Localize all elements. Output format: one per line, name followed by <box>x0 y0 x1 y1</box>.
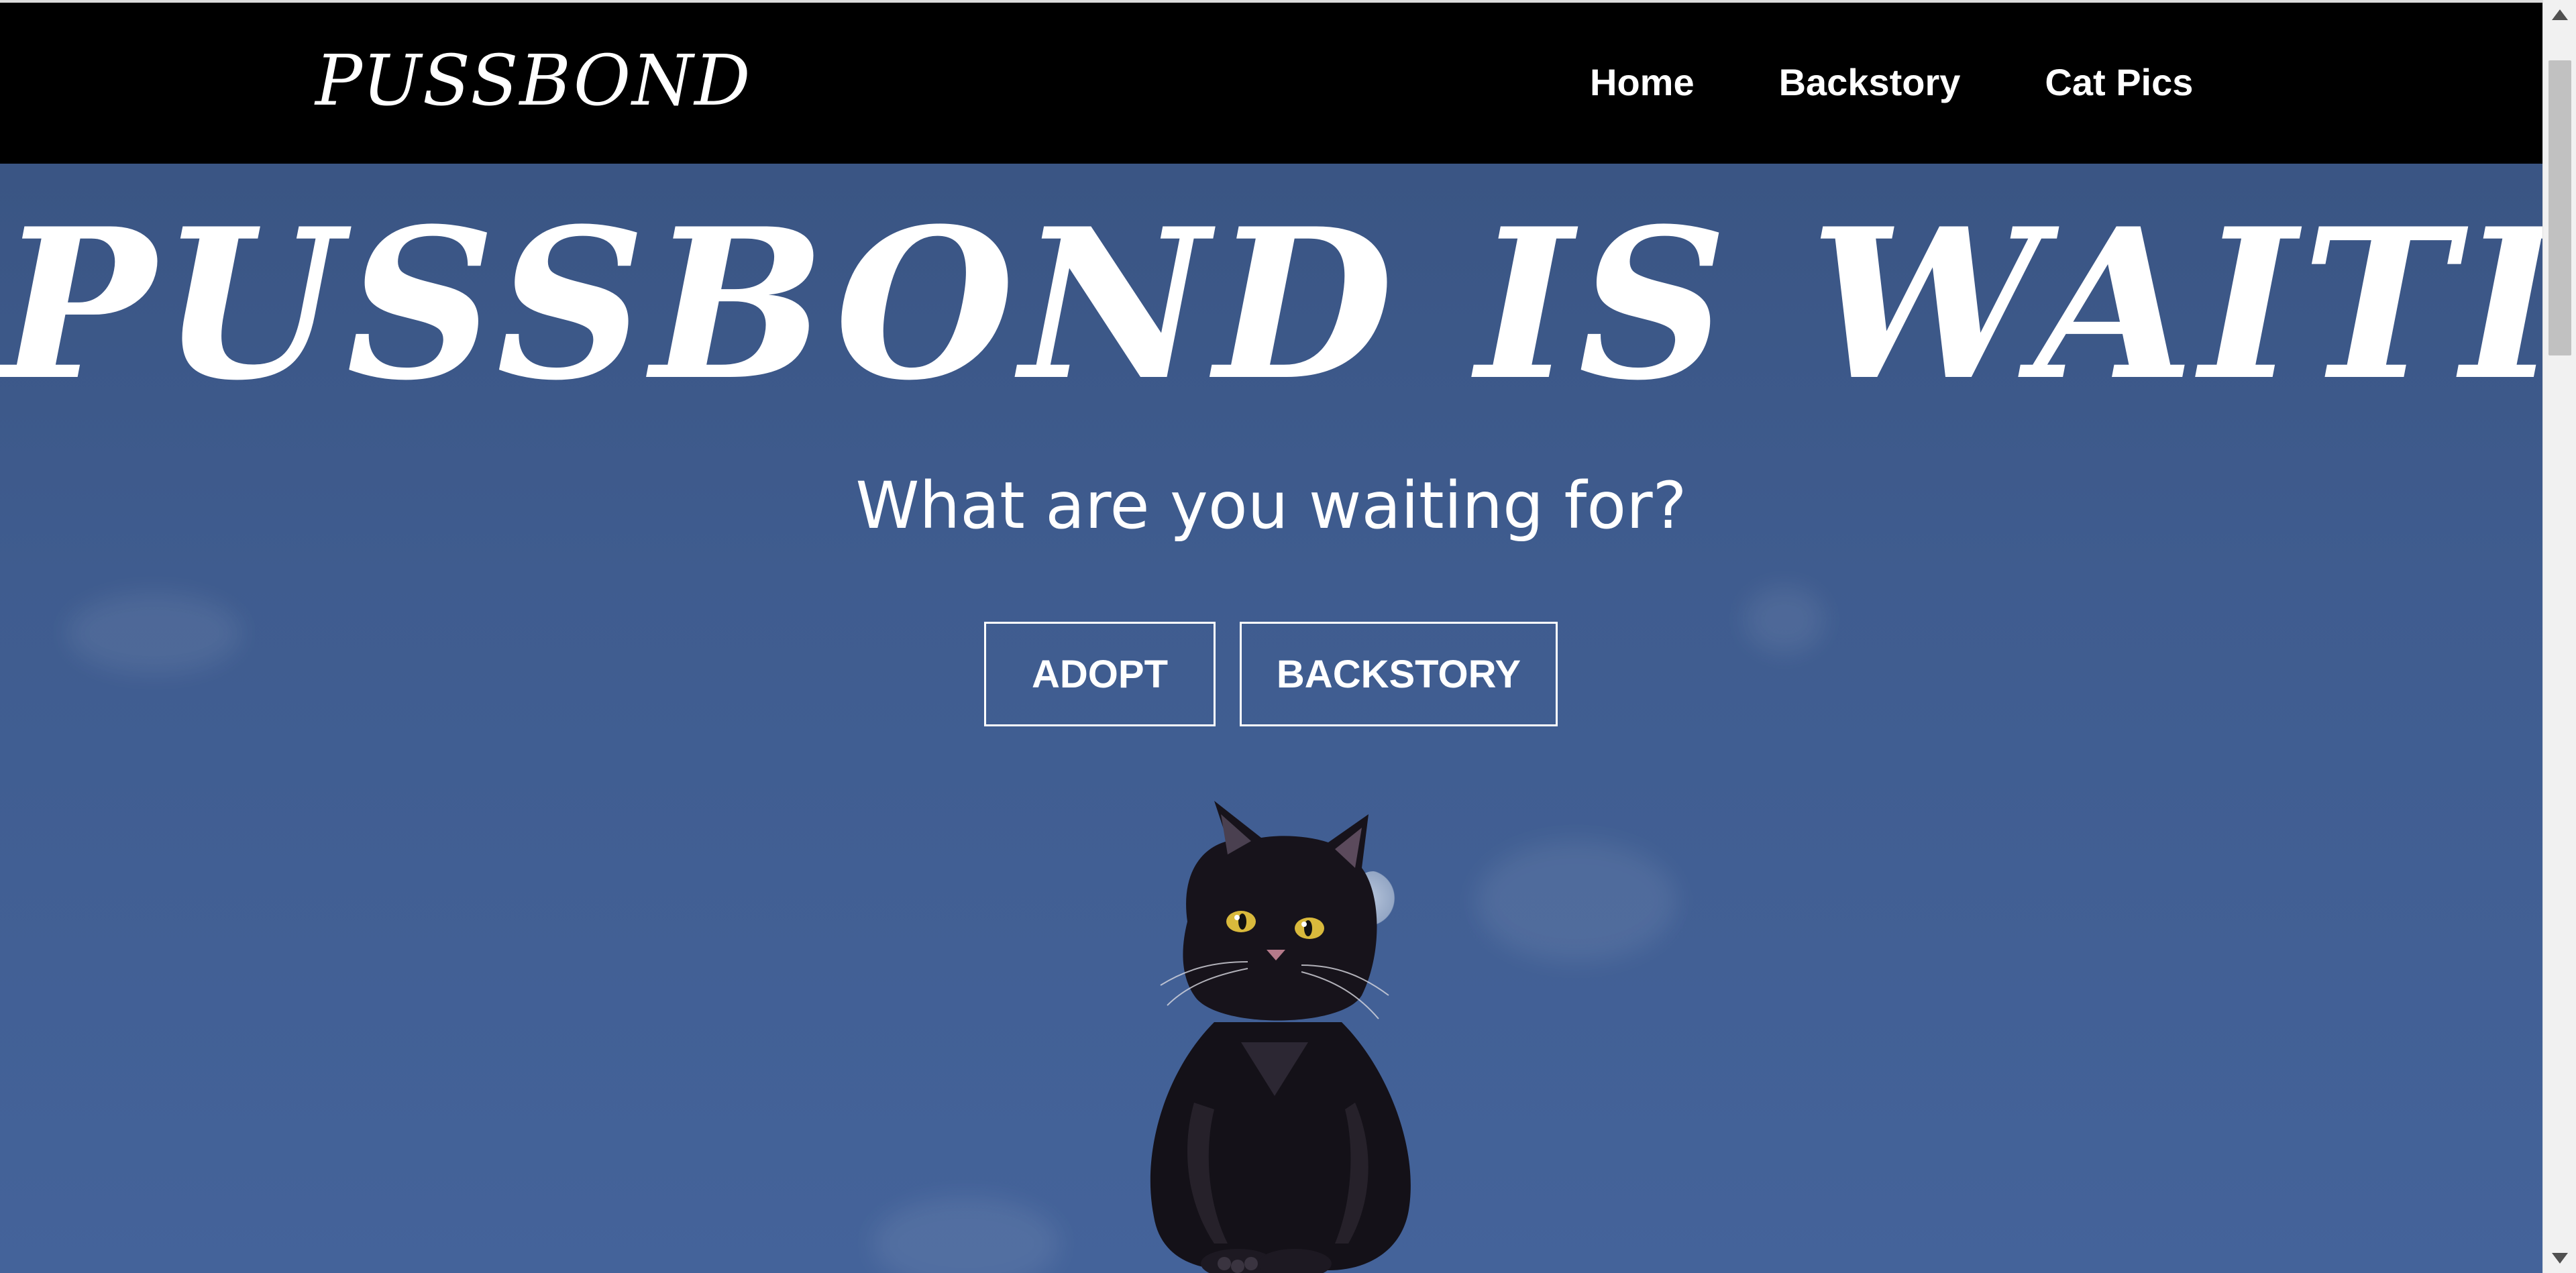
nav-link-cat-pics[interactable]: Cat Pics <box>2045 59 2193 106</box>
scroll-thumb[interactable] <box>2548 60 2571 355</box>
cloud-decoration <box>67 593 241 673</box>
cloud-decoration <box>1476 841 1677 962</box>
scroll-down-arrow-icon[interactable] <box>2552 1253 2568 1264</box>
nav-link-backstory[interactable]: Backstory <box>1779 59 1961 106</box>
adopt-button[interactable]: ADOPT <box>984 622 1216 726</box>
black-cat-illustration <box>1150 801 1411 1273</box>
hero-subtitle: What are you waiting for? <box>855 468 1687 543</box>
scroll-up-arrow-icon[interactable] <box>2552 9 2568 20</box>
backstory-button[interactable]: BACKSTORY <box>1240 622 1558 726</box>
hero-title: PUSSBOND IS WAITING <box>0 183 2542 426</box>
page-viewport: PUSSBOND Home Backstory Cat Pics PUSSBON… <box>0 0 2542 1273</box>
top-navbar: PUSSBOND Home Backstory Cat Pics <box>0 3 2542 164</box>
brand-logo[interactable]: PUSSBOND <box>315 40 751 121</box>
cloud-decoration <box>872 1197 1060 1273</box>
nav-link-home[interactable]: Home <box>1590 59 1695 106</box>
cloud-decoration <box>1744 586 1825 653</box>
vertical-scrollbar[interactable] <box>2542 0 2576 1273</box>
nav-links: Home Backstory Cat Pics <box>1590 59 2193 106</box>
